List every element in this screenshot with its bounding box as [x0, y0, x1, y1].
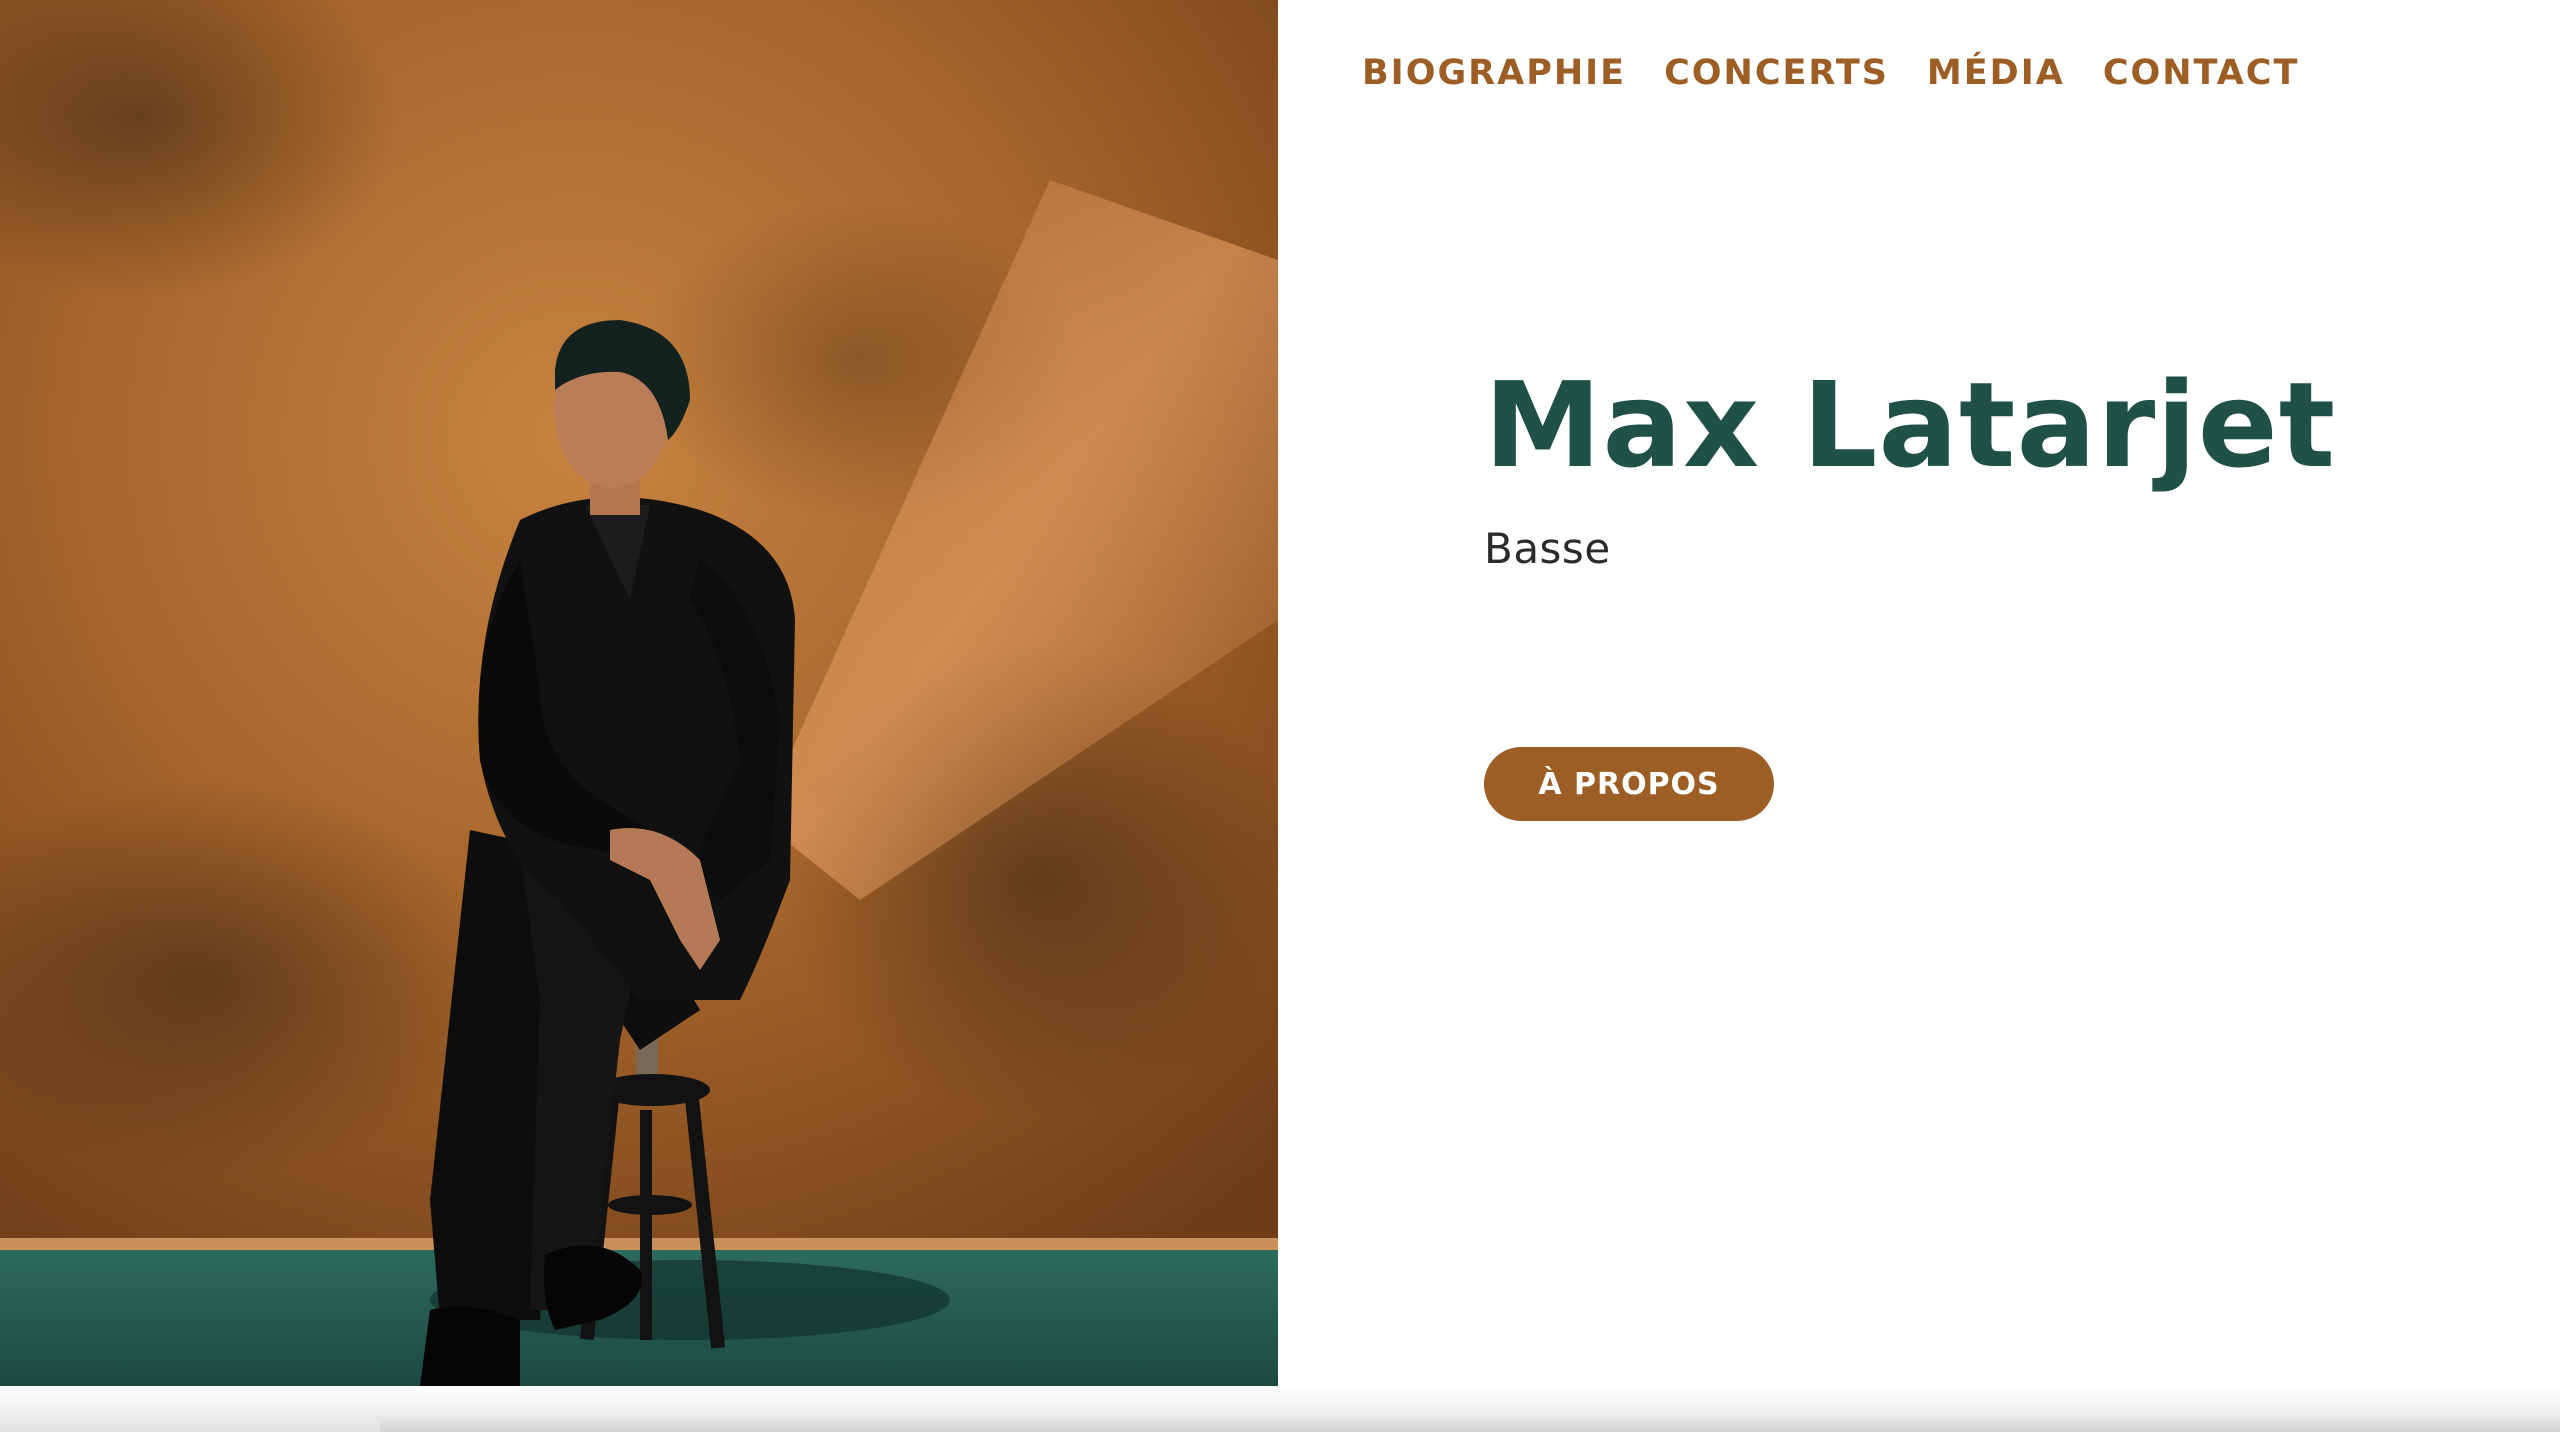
main-nav: BIOGRAPHIE CONCERTS MÉDIA CONTACT	[1362, 50, 2299, 96]
nav-link-media[interactable]: MÉDIA	[1927, 53, 2065, 93]
about-button[interactable]: À PROPOS	[1484, 747, 1774, 821]
nav-link-biographie[interactable]: BIOGRAPHIE	[1362, 53, 1626, 93]
hero-text-block: Max Latarjet Basse	[1484, 350, 2384, 573]
bottom-shadow-strip	[0, 1386, 2560, 1432]
artist-role: Basse	[1484, 524, 1611, 573]
artist-name: Max Latarjet	[1484, 356, 2337, 494]
nav-link-contact[interactable]: CONTACT	[2103, 53, 2300, 93]
nav-link-concerts[interactable]: CONCERTS	[1664, 53, 1889, 93]
page: BIOGRAPHIE CONCERTS MÉDIA CONTACT Max La…	[0, 0, 2560, 1432]
hero-portrait-photo	[0, 0, 1278, 1386]
